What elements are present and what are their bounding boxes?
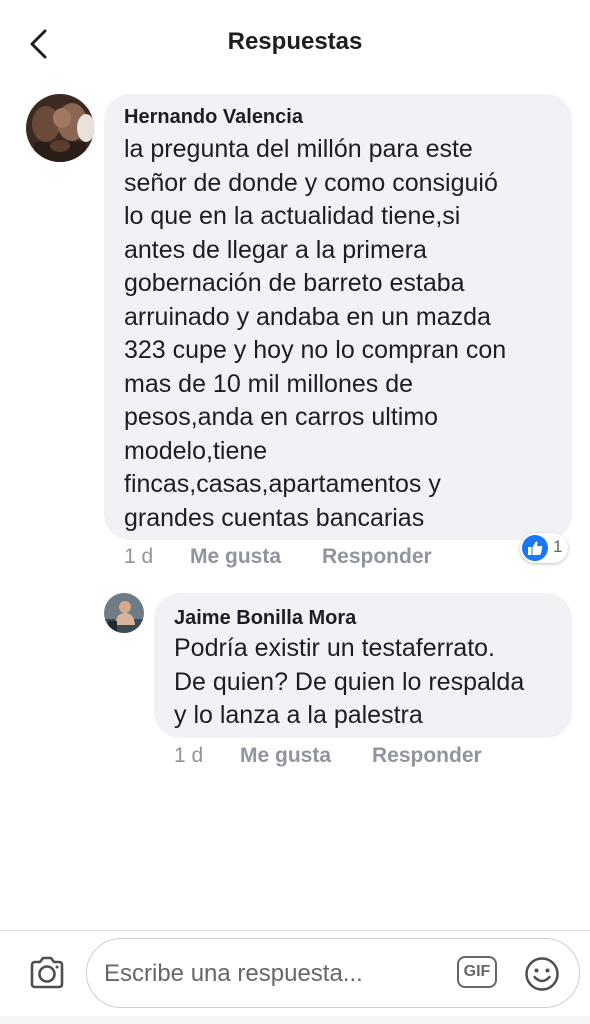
reaction-count: 1 — [553, 537, 563, 556]
comment-author[interactable]: Hernando Valencia — [124, 106, 552, 129]
comment-time: 1 d — [174, 744, 204, 767]
camera-icon — [30, 956, 64, 989]
comment-actions: 1 d Me gusta Responder — [124, 545, 524, 573]
profile-photo-dogs — [26, 94, 94, 162]
emoji-icon — [525, 957, 559, 991]
reply-placeholder: Escribe una respuesta... — [104, 960, 363, 987]
like-button[interactable]: Me gusta — [190, 545, 281, 569]
composer-divider — [0, 930, 590, 931]
camera-button[interactable] — [26, 952, 68, 994]
header-bar: Respuestas — [0, 0, 590, 88]
comment-text: Podría existir un testaferrato. De quien… — [174, 634, 525, 729]
page-title: Respuestas — [227, 28, 363, 55]
like-button[interactable]: Me gusta — [240, 744, 331, 768]
replies-screen: Respuestas Hernando Valencia la pregunta… — [0, 0, 590, 1024]
emoji-button[interactable] — [524, 956, 560, 992]
reply-button[interactable]: Responder — [322, 545, 432, 569]
avatar[interactable] — [26, 94, 94, 162]
comment-actions: 1 d Me gusta Responder — [174, 744, 554, 772]
comment-bubble[interactable]: Hernando Valencia la pregunta del millón… — [104, 94, 572, 540]
comment-text: la pregunta del millón para este señor d… — [124, 135, 507, 532]
avatar[interactable] — [104, 593, 144, 633]
comment-bubble[interactable]: Jaime Bonilla Mora Podría existir un tes… — [154, 593, 572, 738]
reply-button[interactable]: Responder — [372, 744, 482, 768]
comment-time: 1 d — [124, 545, 154, 568]
like-icon — [528, 541, 543, 555]
gif-button[interactable]: GIF — [457, 956, 497, 988]
bottom-edge — [0, 1016, 590, 1024]
profile-photo-man — [104, 593, 144, 633]
reply-input[interactable]: Escribe una respuesta... GIF — [86, 938, 580, 1008]
comment-author[interactable]: Jaime Bonilla Mora — [174, 607, 552, 630]
reaction-badge[interactable]: 1 — [520, 533, 568, 563]
